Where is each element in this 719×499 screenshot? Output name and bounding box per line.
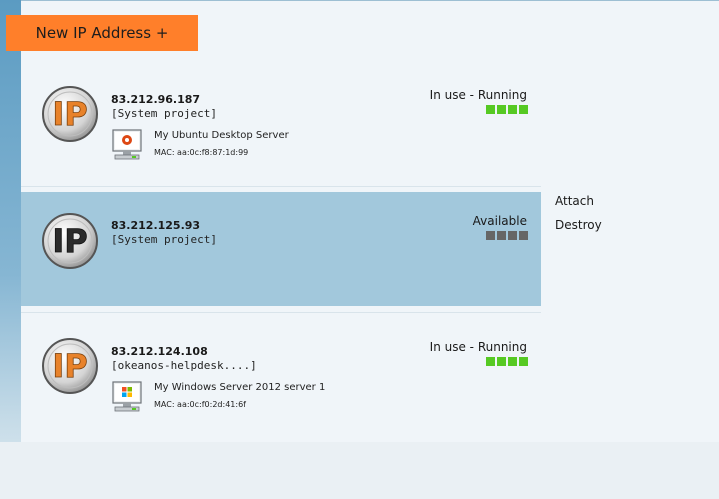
status-indicator <box>486 231 528 240</box>
vm-name[interactable]: My Ubuntu Desktop Server <box>154 130 289 141</box>
ip-project: [okeanos-helpdesk....] <box>111 359 257 372</box>
ip-logo-icon: IP <box>42 86 98 142</box>
attach-action[interactable]: Attach <box>555 194 594 208</box>
ip-row-2[interactable]: IP 83.212.125.93 [System project] Availa… <box>21 192 541 306</box>
vm-mac: MAC: aa:0c:f0:2d:41:6f <box>154 400 246 409</box>
svg-text:IP: IP <box>52 95 87 133</box>
row-divider <box>21 186 541 187</box>
svg-text:IP: IP <box>52 347 87 385</box>
ip-logo-icon: IP <box>42 213 98 269</box>
ip-project: [System project] <box>111 233 217 246</box>
ip-address: 83.212.125.93 <box>111 219 201 232</box>
status-indicator <box>486 357 528 366</box>
vm-monitor-icon <box>112 129 142 160</box>
ip-logo-icon: IP <box>42 338 98 394</box>
destroy-action[interactable]: Destroy <box>555 218 602 232</box>
svg-text:IP: IP <box>52 222 87 260</box>
row-divider <box>21 312 541 313</box>
new-ip-address-button[interactable]: New IP Address + <box>6 15 198 51</box>
ip-project: [System project] <box>111 107 217 120</box>
vm-monitor-icon <box>112 381 142 412</box>
status-text: In use - Running <box>429 88 527 102</box>
footer-area <box>0 442 719 499</box>
ip-row-3[interactable]: IP 83.212.124.108 [okeanos-helpdesk....]… <box>21 318 541 438</box>
status-indicator <box>486 105 528 114</box>
vm-mac: MAC: aa:0c:f8:87:1d:99 <box>154 148 249 157</box>
ip-address: 83.212.124.108 <box>111 345 208 358</box>
ip-address: 83.212.96.187 <box>111 93 201 106</box>
vm-name[interactable]: My Windows Server 2012 server 1 <box>154 382 325 393</box>
ip-row-1[interactable]: IP 83.212.96.187 [System project] In use… <box>21 66 541 186</box>
sidebar-strip <box>0 0 21 499</box>
status-text: Available <box>472 214 527 228</box>
status-text: In use - Running <box>429 340 527 354</box>
